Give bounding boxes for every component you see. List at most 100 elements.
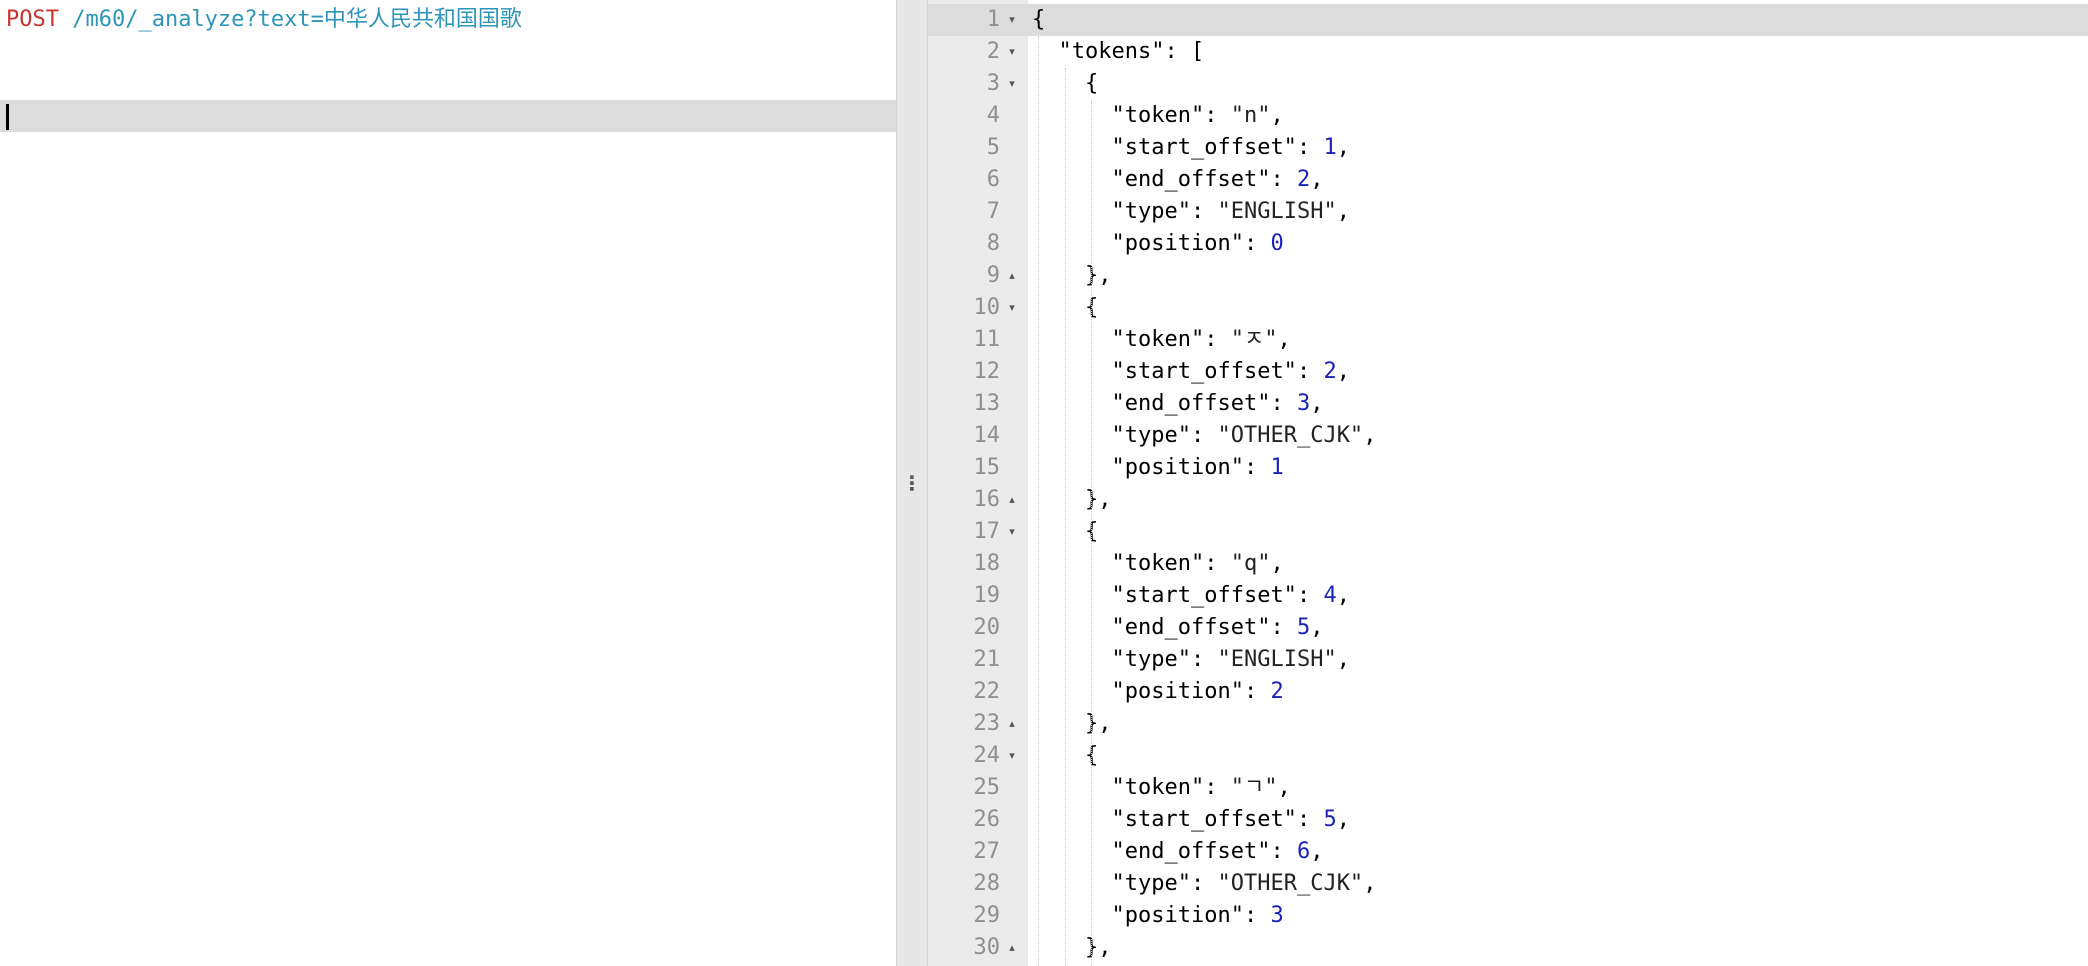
json-number: 2 <box>1270 679 1284 704</box>
line-number: 28 <box>973 871 1001 896</box>
code-line: 14 "type": "OTHER_CJK", <box>928 420 2088 452</box>
code-text: "type": "OTHER_CJK", <box>1112 420 1377 452</box>
request-line[interactable]: POST /m60/_analyze?text=中华人民共和国国歌 <box>6 4 522 36</box>
fold-expand-icon[interactable]: ▴ <box>1004 260 1020 292</box>
code-text: "tokens": [ <box>1059 36 1205 68</box>
code-text: "end_offset": 5, <box>1112 612 1324 644</box>
code-line: 22 "position": 2 <box>928 676 2088 708</box>
code-text: "token": "ㅈ", <box>1112 324 1291 356</box>
line-number: 22 <box>973 679 1001 704</box>
json-punctuation: }, <box>1085 935 1112 960</box>
code-line: 8 "position": 0 <box>928 228 2088 260</box>
json-punctuation: , <box>1336 359 1350 384</box>
response-viewer[interactable]: 1 ▾{2 ▾ "tokens": [3 ▾{4 "token": "n", 5 "start… <box>928 0 2088 966</box>
fold-collapse-icon[interactable]: ▾ <box>1004 4 1020 36</box>
code-text: "start_offset": 1, <box>1112 132 1350 164</box>
json-number: 0 <box>1270 231 1284 256</box>
json-punctuation: : <box>1270 839 1297 864</box>
code-text: "position": 2 <box>1112 676 1284 708</box>
line-number: 25 <box>973 775 1001 800</box>
active-line-highlight <box>0 100 896 132</box>
fold-collapse-icon[interactable]: ▾ <box>1004 292 1020 324</box>
json-punctuation: : <box>1190 423 1218 448</box>
code-line: 4 "token": "n", <box>928 100 2088 132</box>
line-number: 24 <box>973 743 1001 768</box>
json-punctuation: , <box>1336 583 1350 608</box>
code-line: 6 "end_offset": 2, <box>928 164 2088 196</box>
code-line: 17 ▾{ <box>928 516 2088 548</box>
json-punctuation: , <box>1310 167 1324 192</box>
json-key: "position" <box>1111 231 1244 256</box>
line-number: 17 <box>973 519 1001 544</box>
json-number: 2 <box>1296 167 1311 192</box>
line-number: 26 <box>973 807 1001 832</box>
json-punctuation: : <box>1296 135 1324 160</box>
json-key: "end_offset" <box>1111 391 1271 416</box>
code-line: 28 "type": "OTHER_CJK", <box>928 868 2088 900</box>
json-punctuation: : <box>1190 647 1218 672</box>
json-punctuation: : <box>1243 679 1271 704</box>
line-number: 7 <box>986 199 1000 224</box>
json-number: 3 <box>1296 391 1311 416</box>
code-line: 23 ▴}, <box>928 708 2088 740</box>
code-line: 19 "start_offset": 4, <box>928 580 2088 612</box>
json-punctuation: , <box>1336 647 1350 672</box>
line-number: 9 <box>986 263 1000 288</box>
code-text: "position": 3 <box>1112 900 1284 932</box>
line-number: 14 <box>973 423 1001 448</box>
json-number: 6 <box>1296 839 1311 864</box>
json-key: "position" <box>1111 679 1244 704</box>
json-key: "position" <box>1111 455 1244 480</box>
code-text: "position": 1 <box>1112 452 1284 484</box>
line-number: 30 <box>973 935 1001 960</box>
code-text: "start_offset": 5, <box>1112 804 1350 836</box>
json-number: 1 <box>1323 135 1337 160</box>
indent-guide <box>1064 68 1066 966</box>
json-punctuation: : <box>1243 903 1271 928</box>
code-text: "token": "n", <box>1112 100 1284 132</box>
json-punctuation: : <box>1243 231 1271 256</box>
json-punctuation: , <box>1310 839 1324 864</box>
active-line-highlight <box>928 4 2088 36</box>
code-line: 16 ▴}, <box>928 484 2088 516</box>
fold-collapse-icon[interactable]: ▾ <box>1004 36 1020 68</box>
json-punctuation: }, <box>1085 487 1112 512</box>
json-string: "ENGLISH" <box>1217 199 1337 224</box>
json-key: "type" <box>1111 871 1191 896</box>
line-number: 4 <box>986 103 1000 128</box>
code-text: "start_offset": 4, <box>1112 580 1350 612</box>
line-number: 21 <box>973 647 1001 672</box>
json-number: 5 <box>1296 615 1311 640</box>
fold-collapse-icon[interactable]: ▾ <box>1004 68 1020 100</box>
indent-guide <box>1091 100 1092 966</box>
code-text: "start_offset": 2, <box>1112 356 1350 388</box>
fold-expand-icon[interactable]: ▴ <box>1004 708 1020 740</box>
fold-expand-icon[interactable]: ▴ <box>1004 932 1020 964</box>
fold-expand-icon[interactable]: ▴ <box>1004 484 1020 516</box>
json-punctuation: , <box>1277 775 1291 800</box>
line-number: 10 <box>973 295 1001 320</box>
code-line: 11 "token": "ㅈ", <box>928 324 2088 356</box>
line-number: 15 <box>973 455 1001 480</box>
json-key: "token" <box>1111 327 1205 352</box>
code-line: 13 "end_offset": 3, <box>928 388 2088 420</box>
drag-handle-icon[interactable]: ⋮ <box>897 468 927 498</box>
fold-collapse-icon[interactable]: ▾ <box>1004 740 1020 772</box>
json-key: "start_offset" <box>1111 359 1297 384</box>
code-text: }, <box>1085 484 1112 516</box>
console-app: POST /m60/_analyze?text=中华人民共和国国歌 ⋮ 1 ▾{2… <box>0 0 2088 966</box>
json-string: "OTHER_CJK" <box>1217 871 1364 896</box>
json-key: "end_offset" <box>1111 167 1271 192</box>
fold-collapse-icon[interactable]: ▾ <box>1004 516 1020 548</box>
json-number: 3 <box>1270 903 1284 928</box>
json-number: 4 <box>1323 583 1337 608</box>
json-key: "token" <box>1111 551 1205 576</box>
code-line: 5 "start_offset": 1, <box>928 132 2088 164</box>
json-punctuation: : <box>1296 359 1324 384</box>
json-punctuation: , <box>1270 551 1284 576</box>
request-editor[interactable]: POST /m60/_analyze?text=中华人民共和国国歌 <box>0 0 896 966</box>
code-line: 27 "end_offset": 6, <box>928 836 2088 868</box>
json-punctuation: : <box>1204 103 1231 128</box>
line-number: 18 <box>973 551 1001 576</box>
pane-resizer[interactable]: ⋮ <box>896 0 928 966</box>
